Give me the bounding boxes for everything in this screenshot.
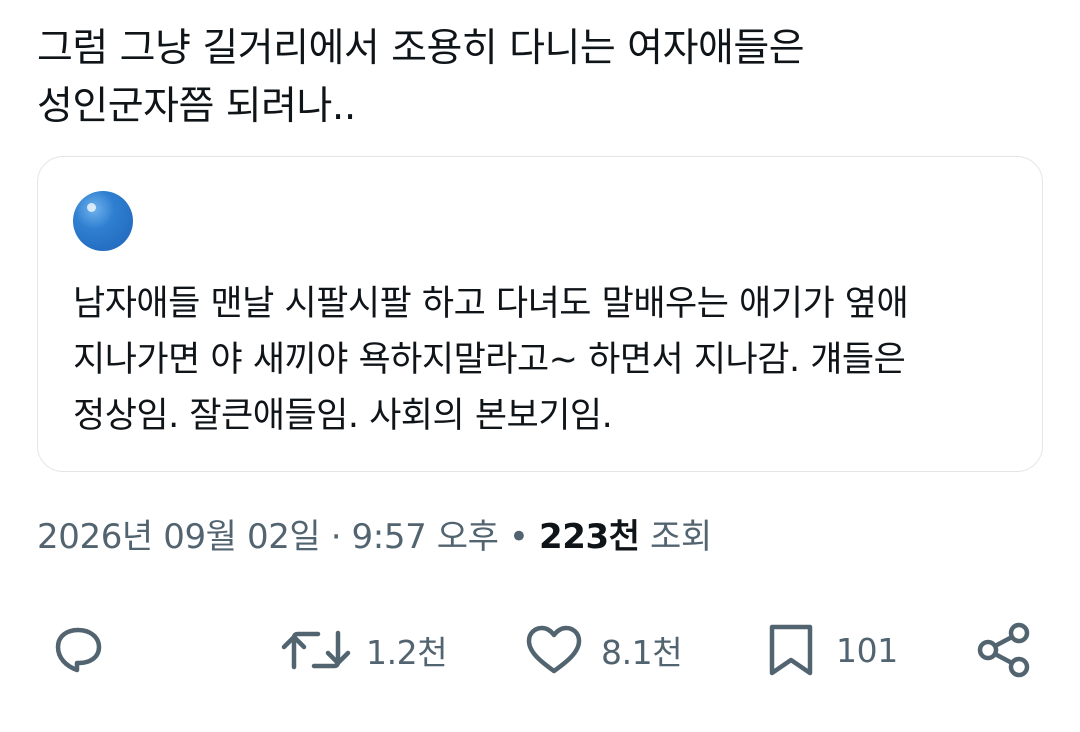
tweet-meta: 2026년 09월 02일 · 9:57 오후 • 223천 조회 (37, 510, 712, 564)
bookmark-count: 101 (836, 630, 898, 670)
reply-icon (55, 627, 102, 673)
share-icon (977, 622, 1030, 678)
retweet-button[interactable]: 1.2천 (280, 610, 448, 690)
tweet-text: 그럼 그냥 길거리에서 조용히 다니는 여자애들은 성인군자쯤 되려나.. (37, 26, 805, 129)
tweet-date[interactable]: 2026년 09월 02일 (37, 517, 321, 557)
views-count[interactable]: 223천 (539, 517, 640, 557)
bookmark-icon (769, 624, 813, 676)
tweet-time[interactable]: 9:57 오후 (352, 517, 499, 557)
share-button[interactable] (974, 610, 1036, 690)
quoted-tweet-text: 남자애들 맨날 시팔시팔 하고 다녀도 말배우는 애기가 옆애 지나가면 야 새… (73, 284, 909, 436)
retweet-icon (281, 630, 351, 670)
meta-separator: • (498, 517, 539, 557)
like-button[interactable]: 8.1천 (521, 610, 683, 690)
like-count: 8.1천 (601, 633, 683, 672)
bookmark-button[interactable]: 101 (762, 610, 898, 690)
quoted-tweet-card[interactable]: 남자애들 맨날 시팔시팔 하고 다녀도 말배우는 애기가 옆애 지나가면 야 새… (37, 156, 1043, 472)
action-bar: 1.2천 8.1천 101 (0, 610, 1080, 690)
views-label: 조회 (639, 517, 712, 557)
meta-separator: · (320, 517, 352, 557)
retweet-count: 1.2천 (366, 633, 448, 672)
reply-button[interactable] (46, 610, 110, 690)
avatar[interactable] (73, 191, 133, 251)
avatar-highlight (87, 203, 96, 212)
heart-icon (526, 625, 582, 674)
